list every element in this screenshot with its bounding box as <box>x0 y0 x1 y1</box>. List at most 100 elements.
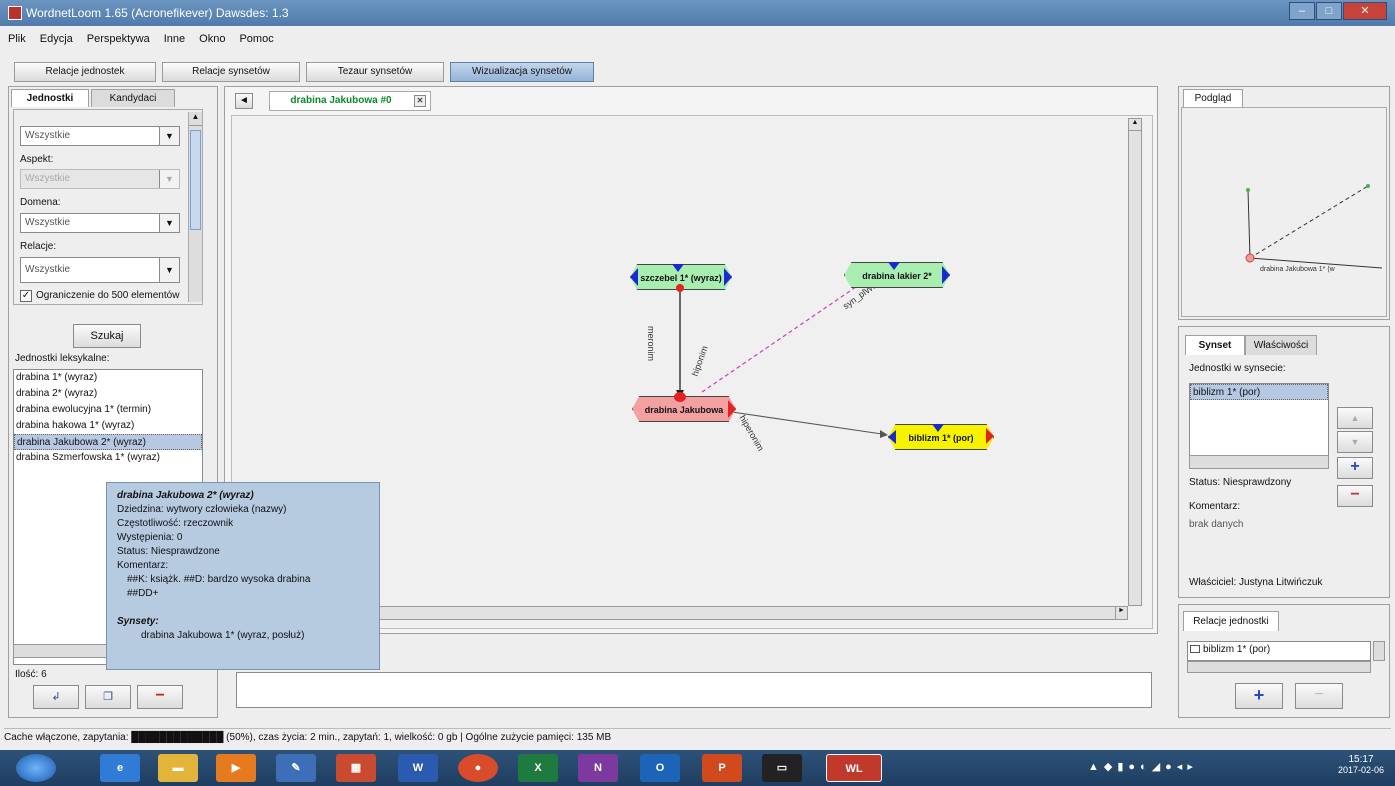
excel-icon[interactable]: X <box>518 754 558 782</box>
tab-synset[interactable]: Synset <box>1185 335 1245 355</box>
list-item[interactable]: drabina hakowa 1* (wyraz) <box>14 418 202 434</box>
word-icon[interactable]: W <box>398 754 438 782</box>
title-bar: WordnetLoom 1.65 (Acronefikever) Dawsdes… <box>0 0 1395 26</box>
tray-icons[interactable]: ▲◆▮●◐◢●◂▸ <box>1088 760 1198 773</box>
app-icon <box>8 6 22 20</box>
graph-tab[interactable]: drabina Jakubowa #0 ✕ <box>269 91 431 111</box>
tooltip-line: Komentarz: <box>117 560 169 571</box>
limit-checkbox[interactable]: ✓ <box>20 290 32 302</box>
remove-unit-button[interactable]: − <box>1337 485 1373 507</box>
tooltip-line: drabina Jakubowa 1* (wyraz, posłuż) <box>141 630 305 641</box>
list-item[interactable]: biblizm 1* (por) <box>1188 642 1370 658</box>
list-item[interactable]: drabina ewolucyjna 1* (termin) <box>14 402 202 418</box>
units-hscrollbar[interactable] <box>1189 455 1329 469</box>
start-icon[interactable] <box>16 754 56 782</box>
menu-pomoc[interactable]: Pomoc <box>231 28 279 45</box>
status-bar: Cache włączone, zapytania: █████████████… <box>4 728 1391 746</box>
filter-label-domena: Domena: <box>20 197 61 208</box>
toolbar-synset-relations[interactable]: Relacje synsetów <box>162 62 300 82</box>
tooltip-line: ##K: książk. ##D: bardzo wysoka drabina <box>127 574 311 585</box>
menu-edycja[interactable]: Edycja <box>32 28 79 45</box>
relations-hscrollbar[interactable] <box>1187 661 1371 673</box>
move-up-button[interactable]: ▲ <box>1337 407 1373 429</box>
tab-preview[interactable]: Podgląd <box>1183 89 1243 107</box>
toolbar-synset-visualization[interactable]: Wizualizacja synsetów <box>450 62 594 82</box>
synset-owner: Właściciel: Justyna Litwińczuk <box>1189 577 1323 588</box>
menu-okno[interactable]: Okno <box>191 28 231 45</box>
units-label: Jednostki w synsecie: <box>1189 363 1286 374</box>
toolbar-unit-relations[interactable]: Relacje jednostek <box>14 62 156 82</box>
tooltip-line: Częstotliwość: rzeczownik <box>117 518 234 529</box>
tooltip-line <box>117 601 369 615</box>
tooltip-line: Występienia: 0 <box>117 532 183 543</box>
move-unit-button[interactable]: ↲ <box>33 685 79 709</box>
unit-tooltip: drabina Jakubowa 2* (wyraz) Dziedzina: w… <box>106 482 380 670</box>
filter-combo-1[interactable]: Wszystkie ▼ <box>20 126 180 146</box>
app-icon[interactable]: ✎ <box>276 754 316 782</box>
taskbar: e ▬ ▶ ✎ ▦ W ● X N O P ▭ WL ▲◆▮●◐◢●◂▸ 15:… <box>0 750 1395 786</box>
menu-plik[interactable]: Plik <box>0 28 32 45</box>
list-item[interactable]: drabina Szmerfowska 1* (wyraz) <box>14 450 202 466</box>
filter-label-relacje: Relacje: <box>20 241 57 252</box>
window-title: WordnetLoom 1.65 (Acronefikever) Dawsdes… <box>26 6 289 20</box>
tab-relations[interactable]: Relacje jednostki <box>1183 611 1279 631</box>
remove-relation-button[interactable]: − <box>1295 683 1343 709</box>
list-item[interactable]: drabina 1* (wyraz) <box>14 370 202 386</box>
relation-label: biblizm 1* (por) <box>1203 644 1271 655</box>
search-button[interactable]: Szukaj <box>73 324 141 348</box>
expand-down-icon[interactable] <box>676 284 684 292</box>
tab-wlasciwosci[interactable]: Właściwości <box>1245 335 1317 355</box>
synset-status: Status: Niesprawdzony <box>1189 477 1292 488</box>
tooltip-line: Synsety: <box>117 616 159 627</box>
add-unit-button[interactable]: + <box>1337 457 1373 479</box>
comment-value: brak danych <box>1189 519 1244 530</box>
comment-label: Komentarz: <box>1189 501 1241 512</box>
menu-bar: Plik Edycja Perspektywa Inne Okno Pomoc <box>0 28 1395 48</box>
graph-vscrollbar[interactable]: ▲ <box>1128 118 1142 606</box>
maximize-button[interactable]: □ <box>1316 2 1342 20</box>
list-item[interactable]: biblizm 1* (por) <box>1190 384 1328 400</box>
move-down-button[interactable]: ▼ <box>1337 431 1373 453</box>
list-item[interactable]: drabina 2* (wyraz) <box>14 386 202 402</box>
minimize-button[interactable]: – <box>1289 2 1315 20</box>
clock-date: 2017-02-06 <box>1338 765 1385 775</box>
add-relation-button[interactable]: + <box>1235 683 1283 709</box>
remove-unit-button[interactable]: − <box>137 685 183 709</box>
expand-up-icon[interactable] <box>674 392 686 402</box>
clock[interactable]: 15:17 2017-02-06 <box>1338 754 1384 775</box>
edge-label-meronim: meronim <box>646 326 656 362</box>
bottom-text-area[interactable] <box>236 672 1152 708</box>
close-button[interactable]: ✕ <box>1343 2 1387 20</box>
relations-panel: Relacje jednostki biblizm 1* (por) + − <box>1178 604 1390 718</box>
tab-close-icon[interactable]: ✕ <box>414 95 426 107</box>
outlook-icon[interactable]: O <box>640 754 680 782</box>
wordnetloom-icon[interactable]: WL <box>826 754 882 782</box>
menu-inne[interactable]: Inne <box>156 28 191 45</box>
toolbar-synset-thesaurus[interactable]: Tezaur synsetów <box>306 62 444 82</box>
tab-kandydaci[interactable]: Kandydaci <box>91 89 175 107</box>
filter-combo-domena[interactable]: Wszystkie ▼ <box>20 213 180 233</box>
menu-perspektywa[interactable]: Perspektywa <box>79 28 156 45</box>
browser-icon[interactable]: e <box>100 754 140 782</box>
preview-graph <box>1245 184 1383 269</box>
tooltip-title: drabina Jakubowa 2* (wyraz) <box>117 490 254 501</box>
onenote-icon[interactable]: N <box>578 754 618 782</box>
list-item-selected[interactable]: drabina Jakubowa 2* (wyraz) <box>14 434 202 450</box>
powerpoint-icon[interactable]: P <box>702 754 742 782</box>
media-icon[interactable]: ▶ <box>216 754 256 782</box>
filter-area: Wszystkie ▼ Aspekt: Wszystkie ▼ Domena: Ws… <box>13 109 203 305</box>
chrome-icon[interactable]: ● <box>458 754 498 782</box>
tooltip-line: ##DD+ <box>127 588 159 599</box>
graph-back-button[interactable]: ◄ <box>235 93 253 109</box>
folder-icon[interactable]: ▬ <box>158 754 198 782</box>
copy-unit-button[interactable]: ❐ <box>85 685 131 709</box>
relations-vscrollbar[interactable] <box>1373 641 1385 661</box>
tab-jednostki[interactable]: Jednostki <box>11 89 89 107</box>
properties-panel: Synset Właściwości Jednostki w synsecie:… <box>1178 326 1390 598</box>
terminal-icon[interactable]: ▭ <box>762 754 802 782</box>
app-icon[interactable]: ▦ <box>336 754 376 782</box>
preview-panel: Podgląd drabina Jakubowa 1* (w <box>1178 86 1390 320</box>
filter-scrollbar[interactable]: ▲ <box>188 112 202 302</box>
preview-canvas[interactable]: drabina Jakubowa 1* (w <box>1181 107 1387 317</box>
filter-combo-relacje[interactable]: Wszystkie ▼ <box>20 257 180 283</box>
